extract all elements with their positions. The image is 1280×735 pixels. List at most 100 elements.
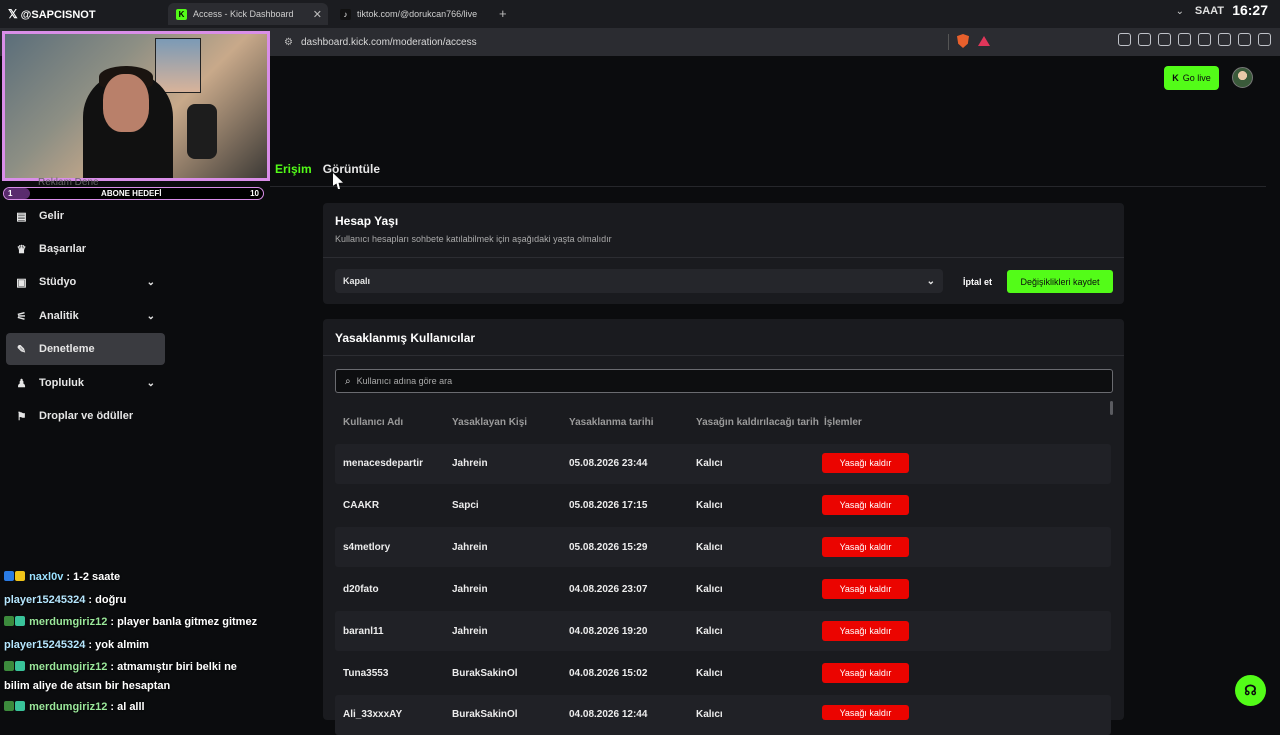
cell-ban-date: 04.08.2026 15:02	[569, 668, 648, 679]
cell-unban-date: Kalıcı	[696, 626, 723, 637]
cell-ban-date: 05.08.2026 17:15	[569, 500, 648, 511]
search-icon: ⌕	[345, 375, 351, 387]
chat-text: : atmamıştır biri belki ne	[107, 661, 237, 673]
close-tab-icon[interactable]: ✕	[313, 8, 322, 21]
sidebar-item-gelir[interactable]: ▤ Gelir	[6, 200, 165, 232]
unban-button[interactable]: Yasağı kaldır	[822, 453, 909, 473]
column-header-unban-date[interactable]: Yasağın kaldırılacağı tarih	[696, 417, 819, 428]
avatar[interactable]	[1232, 67, 1253, 88]
chat-message: bilim aliye de atsın bir hesaptan	[4, 680, 170, 692]
sub-goal-target: 10	[250, 189, 259, 198]
kick-favicon-icon: K	[176, 8, 187, 20]
unban-button[interactable]: Yasağı kaldır	[822, 579, 909, 599]
account-age-select[interactable]: Kapalı ⌄	[335, 269, 943, 293]
column-header-username[interactable]: Kullanıcı Adı	[343, 417, 403, 428]
cell-banned-by: Jahrein	[452, 542, 488, 553]
vpn-icon[interactable]	[1238, 33, 1251, 46]
cell-username: Tuna3553	[343, 668, 389, 679]
help-headset-icon[interactable]: ☊	[1235, 675, 1266, 706]
sidebar-icon[interactable]	[1178, 33, 1191, 46]
chat-text: : doğru	[85, 594, 127, 606]
moderation-tabs: Erişim Görüntüle	[275, 162, 380, 176]
puzzle-icon[interactable]	[1138, 33, 1151, 46]
cell-username: Ali_33xxxAY	[343, 709, 403, 720]
clock-label: SAAT	[1194, 5, 1224, 17]
url-text: dashboard.kick.com/moderation/access	[300, 36, 477, 48]
chevron-down-icon[interactable]: ⌄	[1176, 6, 1184, 17]
cell-username: s4metlory	[343, 542, 391, 553]
sidebar-item-label: Başarılar	[39, 243, 87, 255]
chat-username: merdumgiriz12	[29, 701, 108, 713]
sub-goal-start: 1	[8, 189, 13, 198]
tab-view[interactable]: Görüntüle	[323, 162, 380, 176]
music-icon[interactable]	[1158, 33, 1171, 46]
sidebar-item-label: Gelir	[39, 210, 65, 222]
tabs-divider	[270, 186, 1266, 187]
tab-tiktok[interactable]: ♪ tiktok.com/@dorukcan766/live	[332, 3, 492, 25]
sidebar-item-label: Droplar ve ödüller	[39, 410, 134, 422]
account-age-title: Hesap Yaşı	[335, 214, 399, 228]
chat-message: player15245324 : yok almim	[4, 639, 149, 651]
site-info-icon[interactable]: ⚙	[284, 37, 293, 48]
unban-button[interactable]: Yasağı kaldır	[822, 705, 909, 720]
cell-username: CAAKR	[343, 500, 380, 511]
unban-button[interactable]: Yasağı kaldır	[822, 537, 909, 557]
chat-text: : 1-2 saate	[63, 571, 121, 583]
select-value: Kapalı	[343, 276, 371, 286]
column-header-ban-date[interactable]: Yasaklanma tarihi	[569, 417, 654, 428]
sidebar-item-analitik[interactable]: ⚟ Analitik ⌄	[6, 300, 165, 332]
menu-icon[interactable]	[1258, 33, 1271, 46]
analytics-icon: ⚟	[16, 310, 27, 323]
tab-label: Access - Kick Dashboard	[193, 9, 294, 19]
chevron-down-icon: ⌄	[146, 377, 155, 389]
wrench-icon: ✎	[16, 343, 27, 356]
chevron-down-icon: ⌄	[146, 276, 155, 288]
divider	[323, 355, 1124, 356]
sidebar-item-studyo[interactable]: ▣ Stüdyo ⌄	[6, 266, 165, 298]
badge-icon	[4, 616, 14, 626]
save-changes-button[interactable]: Değişiklikleri kaydet	[1007, 270, 1113, 293]
drops-icon: ⚑	[16, 410, 27, 423]
leo-icon[interactable]	[1218, 33, 1231, 46]
account-age-subtitle: Kullanıcı hesapları sohbete katılabilmek…	[335, 234, 612, 244]
cell-banned-by: Jahrein	[452, 458, 488, 469]
sidebar-item-basarilar[interactable]: ♛ Başarılar	[6, 233, 165, 265]
chat-text: bilim aliye de atsın bir hesaptan	[4, 680, 171, 692]
cell-banned-by: BurakSakinOl	[452, 709, 518, 720]
tab-label: tiktok.com/@dorukcan766/live	[357, 9, 478, 19]
sidebar-item-label: Topluluk	[39, 377, 85, 389]
brave-rewards-icon[interactable]	[978, 36, 990, 46]
cell-unban-date: Kalıcı	[696, 500, 723, 511]
unban-button[interactable]: Yasağı kaldır	[822, 621, 909, 641]
column-header-banned-by[interactable]: Yasaklayan Kişi	[452, 417, 527, 428]
badge-icon	[15, 701, 25, 711]
new-tab-icon[interactable]: +	[499, 6, 507, 21]
cell-ban-date: 05.08.2026 15:29	[569, 542, 648, 553]
unban-button[interactable]: Yasağı kaldır	[822, 495, 909, 515]
tab-access[interactable]: Erişim	[275, 162, 312, 176]
sidebar-item-topluluk[interactable]: ♟ Topluluk ⌄	[6, 367, 165, 399]
revenue-icon: ▤	[16, 210, 27, 223]
address-bar[interactable]: ⚙ dashboard.kick.com/moderation/access	[278, 32, 958, 52]
extension-icon[interactable]	[1118, 33, 1131, 46]
chevron-down-icon: ⌄	[146, 310, 155, 322]
sidebar-item-droplar[interactable]: ⚑ Droplar ve ödüller	[6, 400, 165, 432]
scrollbar[interactable]	[1110, 401, 1113, 415]
brand-label: @SAPCISNOT	[20, 9, 96, 21]
search-input[interactable]: ⌕ Kullanıcı adına göre ara	[335, 369, 1113, 393]
go-live-button[interactable]: K Go live	[1164, 66, 1219, 90]
chat-text: : al alll	[107, 701, 145, 713]
cell-banned-by: Sapci	[452, 500, 479, 511]
tab-kick-dashboard[interactable]: K Access - Kick Dashboard ✕	[168, 3, 328, 25]
unban-button[interactable]: Yasağı kaldır	[822, 663, 909, 683]
wallet-icon[interactable]	[1198, 33, 1211, 46]
cell-unban-date: Kalıcı	[696, 668, 723, 679]
cell-ban-date: 05.08.2026 23:44	[569, 458, 648, 469]
chat-text: : yok almim	[85, 639, 149, 651]
microphone	[187, 104, 217, 159]
webcam-overlay	[2, 31, 270, 181]
cancel-button[interactable]: İptal et	[955, 270, 1000, 293]
sidebar-item-denetleme[interactable]: ✎ Denetleme	[6, 333, 165, 365]
x-logo-icon: 𝕏	[8, 7, 18, 21]
search-placeholder: Kullanıcı adına göre ara	[356, 376, 453, 386]
